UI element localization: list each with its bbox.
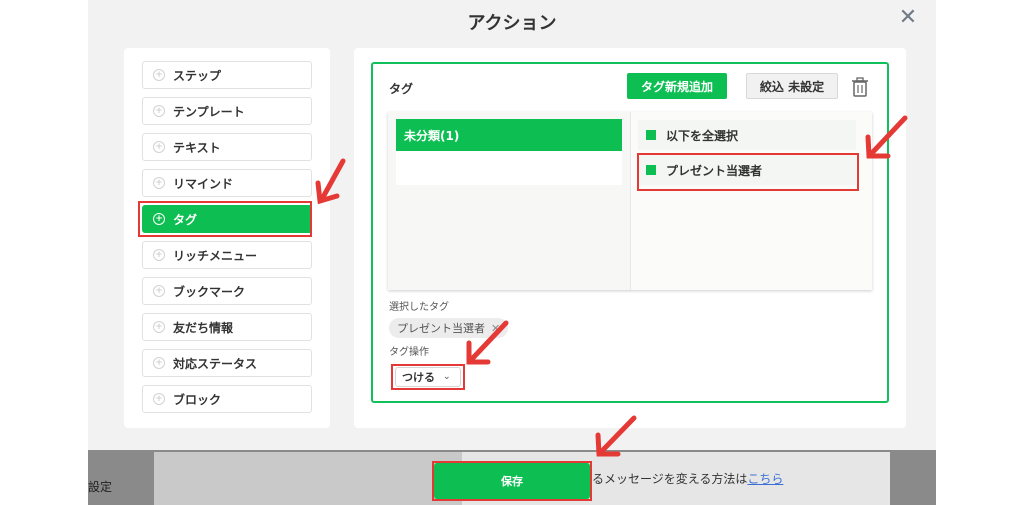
- help-link[interactable]: こちら: [747, 472, 783, 486]
- sidebar-item-label: 友だち情報: [173, 320, 234, 335]
- background-label: 設定: [88, 480, 113, 494]
- selected-tags-label: 選択したタグ: [389, 302, 449, 313]
- plus-circle-icon: +: [153, 285, 165, 297]
- plus-circle-icon: +: [153, 69, 165, 81]
- plus-circle-icon: +: [153, 105, 165, 117]
- sidebar-item-remind[interactable]: + リマインド: [142, 169, 312, 197]
- modal-title: アクション: [467, 13, 557, 34]
- sidebar-item-step[interactable]: + ステップ: [142, 61, 312, 89]
- sidebar-item-label: ブックマーク: [173, 284, 246, 299]
- plus-circle-icon: +: [153, 393, 165, 405]
- trash-icon[interactable]: [851, 77, 869, 97]
- select-all-row[interactable]: 以下を全選択: [638, 120, 856, 150]
- highlight-box-operation: [391, 364, 465, 390]
- new-tag-button[interactable]: タグ新規追加: [627, 73, 727, 99]
- sidebar-item-friend-info[interactable]: + 友だち情報: [142, 313, 312, 341]
- highlight-box-tag: [138, 201, 312, 237]
- plus-circle-icon: +: [153, 321, 165, 333]
- plus-circle-icon: +: [153, 357, 165, 369]
- sidebar-item-label: ステップ: [173, 68, 222, 83]
- sidebar-item-label: 対応ステータス: [173, 356, 258, 371]
- plus-circle-icon: +: [153, 177, 165, 189]
- selected-tag-chip: プレゼント当選者 ✕: [389, 318, 509, 338]
- sidebar-item-label: リマインド: [173, 176, 234, 191]
- chip-label: プレゼント当選者: [397, 322, 485, 335]
- help-text: るメッセージを変える方法は: [592, 472, 748, 486]
- sidebar-item-rich-menu[interactable]: + リッチメニュー: [142, 241, 312, 269]
- sidebar-item-bookmark[interactable]: + ブックマーク: [142, 277, 312, 305]
- category-empty-row: [396, 151, 622, 185]
- filter-button[interactable]: 絞込 未設定: [746, 73, 838, 99]
- tag-operation-label: タグ操作: [389, 347, 429, 358]
- column-divider: [630, 112, 631, 290]
- sidebar-item-text[interactable]: + テキスト: [142, 133, 312, 161]
- background-help-text: るメッセージを変える方法はこちら: [592, 470, 783, 487]
- sidebar-item-label: リッチメニュー: [173, 248, 258, 263]
- plus-circle-icon: +: [153, 141, 165, 153]
- screenshot: 設定 るメッセージを変える方法はこちら アクション ✕ + ステップ + テンプ…: [0, 0, 1024, 505]
- close-icon[interactable]: ✕: [896, 6, 920, 30]
- tag-row-label: 以下を全選択: [666, 128, 739, 143]
- category-item[interactable]: 未分類(1): [396, 119, 622, 151]
- checkbox-icon: [646, 130, 656, 140]
- sidebar-item-label: テキスト: [173, 140, 221, 155]
- sidebar-item-status[interactable]: + 対応ステータス: [142, 349, 312, 377]
- sidebar-item-label: テンプレート: [173, 104, 245, 119]
- sidebar-item-label: ブロック: [173, 392, 222, 407]
- tag-panel-title: タグ: [389, 82, 414, 96]
- remove-chip-icon[interactable]: ✕: [491, 322, 500, 335]
- plus-circle-icon: +: [153, 249, 165, 261]
- highlight-box-tag-row: [637, 153, 859, 191]
- sidebar-item-template[interactable]: + テンプレート: [142, 97, 312, 125]
- sidebar-item-block[interactable]: + ブロック: [142, 385, 312, 413]
- highlight-box-save: [432, 461, 592, 501]
